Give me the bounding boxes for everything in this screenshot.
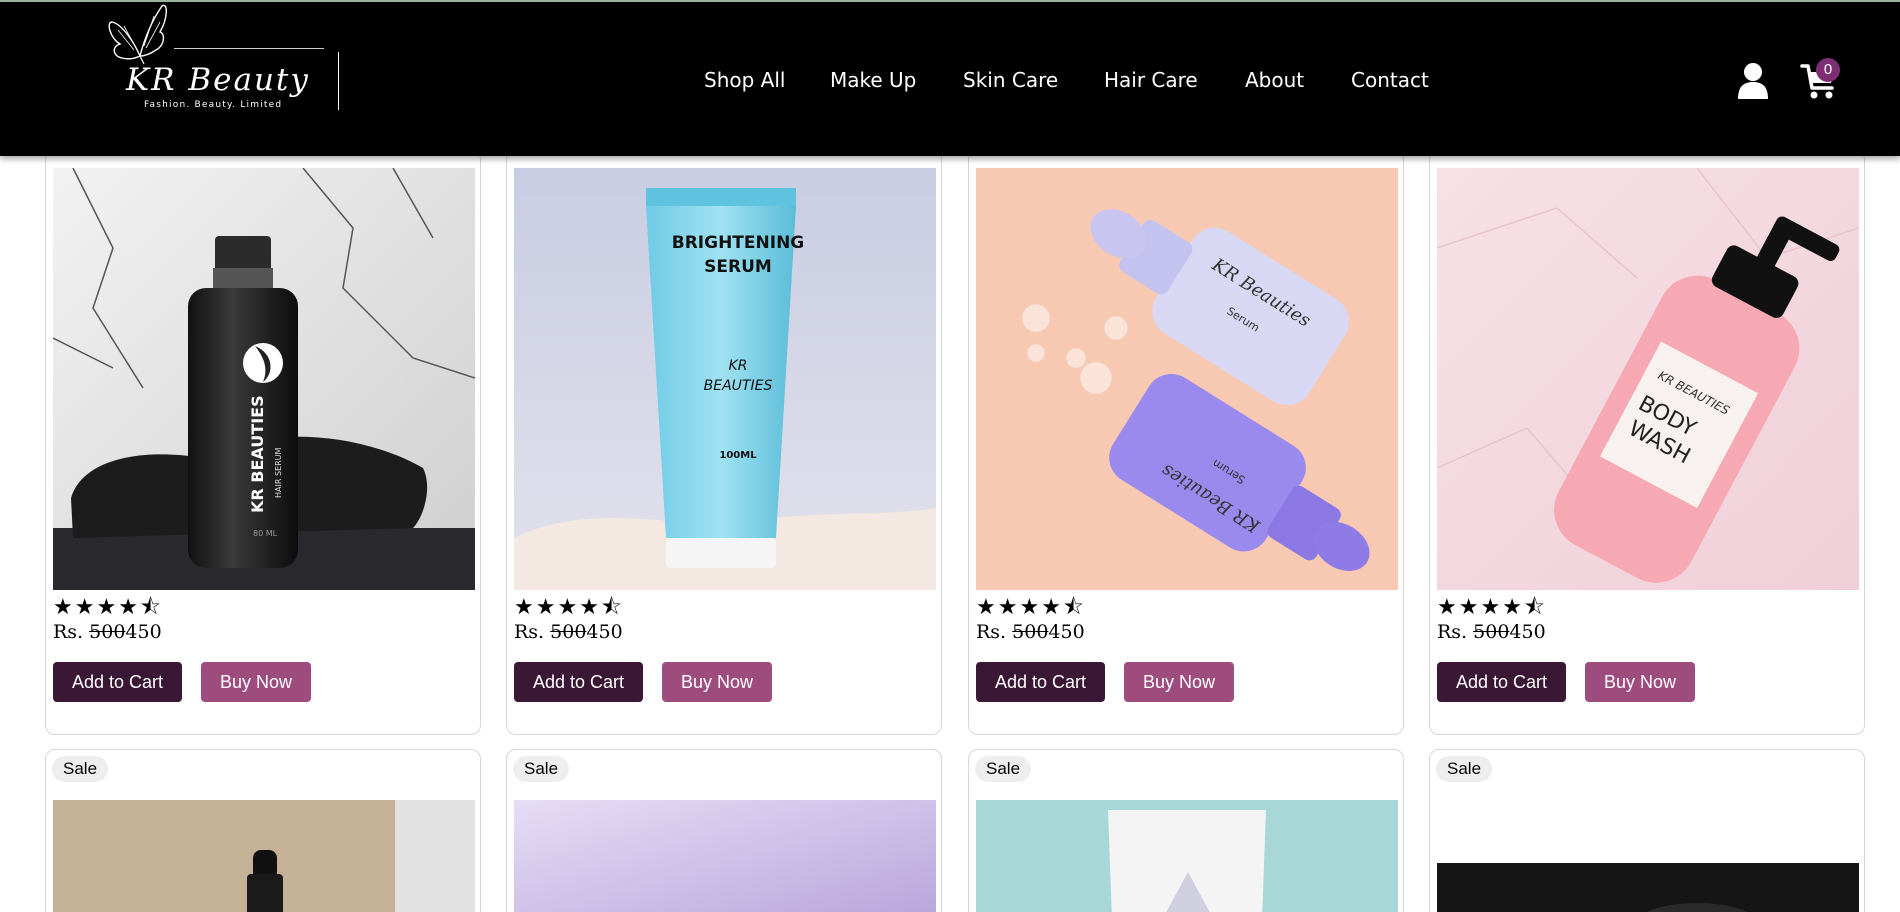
- nav-item-skin-care[interactable]: Skin Care: [963, 68, 1058, 92]
- star-icon: ★: [1437, 595, 1457, 620]
- logo-rule: [174, 48, 324, 49]
- product-card: KR Beauties Serum KR Beauties Serum ★ ★ ★ ★…: [968, 150, 1404, 735]
- product-card: BRIGHTENING SERUM KR BEAUTIES 100ML ★ ★ ★ ★…: [506, 150, 942, 735]
- product-image-text: SERUM: [704, 257, 772, 277]
- sale-price: 450: [1048, 621, 1085, 643]
- sale-badge: Sale: [1436, 756, 1493, 782]
- product-image-text: HAIR SERUM: [274, 448, 283, 498]
- sale-badge: Sale: [975, 756, 1032, 782]
- currency-label: Rs.: [976, 621, 1007, 643]
- star-icon: ★: [514, 595, 534, 620]
- product-image-text: BRIGHTENING: [672, 233, 805, 253]
- add-to-cart-button[interactable]: Add to Cart: [976, 662, 1105, 702]
- sale-badge: Sale: [52, 756, 109, 782]
- product-image[interactable]: [514, 800, 936, 912]
- star-icon: ★: [96, 595, 117, 620]
- star-icon: ★: [1019, 595, 1040, 620]
- brand-logo[interactable]: KR Beauty Fashion. Beauty. Limited: [104, 2, 344, 114]
- buy-now-button[interactable]: Buy Now: [201, 662, 311, 702]
- product-image[interactable]: [976, 800, 1398, 912]
- product-card: Sale: [968, 749, 1404, 912]
- star-icon: ★: [1041, 595, 1061, 620]
- half-star-icon: ⯪: [139, 595, 161, 620]
- nav-item-contact[interactable]: Contact: [1351, 68, 1429, 92]
- product-image-text: 100ML: [719, 450, 757, 461]
- site-header: KR Beauty Fashion. Beauty. Limited Shop …: [0, 0, 1900, 156]
- brand-name: KR Beauty: [126, 62, 310, 98]
- currency-label: Rs.: [1437, 621, 1468, 643]
- sale-price: 450: [125, 621, 162, 643]
- product-image-text: KR: [729, 358, 748, 374]
- star-icon: ★: [1502, 595, 1522, 620]
- product-image-text: 80 ML: [253, 529, 278, 538]
- user-icon[interactable]: [1736, 62, 1770, 100]
- star-icon: ★: [579, 595, 599, 620]
- product-image[interactable]: KR BEAUTIES BODY WASH: [1437, 168, 1859, 590]
- sale-price: 450: [586, 621, 623, 643]
- product-card: Sale: [45, 749, 481, 912]
- product-image[interactable]: KR Beauties Serum KR Beauties Serum: [976, 168, 1398, 590]
- rating-stars: ★ ★ ★ ★ ⯪: [1437, 597, 1545, 619]
- brand-tagline: Fashion. Beauty. Limited: [144, 100, 283, 110]
- nav-item-make-up[interactable]: Make Up: [830, 68, 916, 92]
- product-card: Sale: [1429, 749, 1865, 912]
- add-to-cart-button[interactable]: Add to Cart: [1437, 662, 1566, 702]
- nav-item-hair-care[interactable]: Hair Care: [1104, 68, 1198, 92]
- old-price: 500: [1473, 621, 1510, 643]
- product-image-text: KR BEAUTIES: [248, 395, 267, 513]
- product-image[interactable]: [53, 800, 475, 912]
- star-icon: ★: [997, 595, 1018, 620]
- half-star-icon: ⯪: [1062, 595, 1084, 620]
- old-price: 500: [89, 621, 126, 643]
- star-icon: ★: [557, 595, 578, 620]
- product-price: Rs. 500450: [976, 621, 1085, 643]
- product-card: KR BEAUTIES BODY WASH ★ ★ ★ ★ ⯪ Rs. 500450 A…: [1429, 150, 1865, 735]
- half-star-icon: ⯪: [1523, 595, 1545, 620]
- product-price: Rs. 500450: [1437, 621, 1546, 643]
- star-icon: ★: [535, 595, 556, 620]
- logo-divider: [338, 52, 339, 110]
- sale-price: 450: [1509, 621, 1546, 643]
- rating-stars: ★ ★ ★ ★ ⯪: [53, 597, 161, 619]
- star-icon: ★: [976, 595, 996, 620]
- add-to-cart-button[interactable]: Add to Cart: [514, 662, 643, 702]
- buy-now-button[interactable]: Buy Now: [662, 662, 772, 702]
- star-icon: ★: [74, 595, 95, 620]
- product-image[interactable]: [1437, 863, 1859, 912]
- sale-badge: Sale: [513, 756, 570, 782]
- product-price: Rs. 500450: [514, 621, 623, 643]
- product-price: Rs. 500450: [53, 621, 162, 643]
- rating-stars: ★ ★ ★ ★ ⯪: [514, 597, 622, 619]
- buy-now-button[interactable]: Buy Now: [1585, 662, 1695, 702]
- currency-label: Rs.: [53, 621, 84, 643]
- star-icon: ★: [118, 595, 138, 620]
- product-card: KR BEAUTIES HAIR SERUM 80 ML ★ ★ ★ ★ ⯪ Rs. 5…: [45, 150, 481, 735]
- cart-count-badge[interactable]: 0: [1816, 58, 1840, 82]
- buy-now-button[interactable]: Buy Now: [1124, 662, 1234, 702]
- rating-stars: ★ ★ ★ ★ ⯪: [976, 597, 1084, 619]
- product-card: Sale: [506, 749, 942, 912]
- star-icon: ★: [1458, 595, 1479, 620]
- half-star-icon: ⯪: [600, 595, 622, 620]
- old-price: 500: [550, 621, 587, 643]
- product-image[interactable]: BRIGHTENING SERUM KR BEAUTIES 100ML: [514, 168, 936, 590]
- product-image-text: BEAUTIES: [704, 378, 773, 394]
- currency-label: Rs.: [514, 621, 545, 643]
- nav-item-about[interactable]: About: [1245, 68, 1304, 92]
- old-price: 500: [1012, 621, 1049, 643]
- star-icon: ★: [1480, 595, 1501, 620]
- star-icon: ★: [53, 595, 73, 620]
- nav-item-shop-all[interactable]: Shop All: [704, 68, 785, 92]
- product-image[interactable]: KR BEAUTIES HAIR SERUM 80 ML: [53, 168, 475, 590]
- add-to-cart-button[interactable]: Add to Cart: [53, 662, 182, 702]
